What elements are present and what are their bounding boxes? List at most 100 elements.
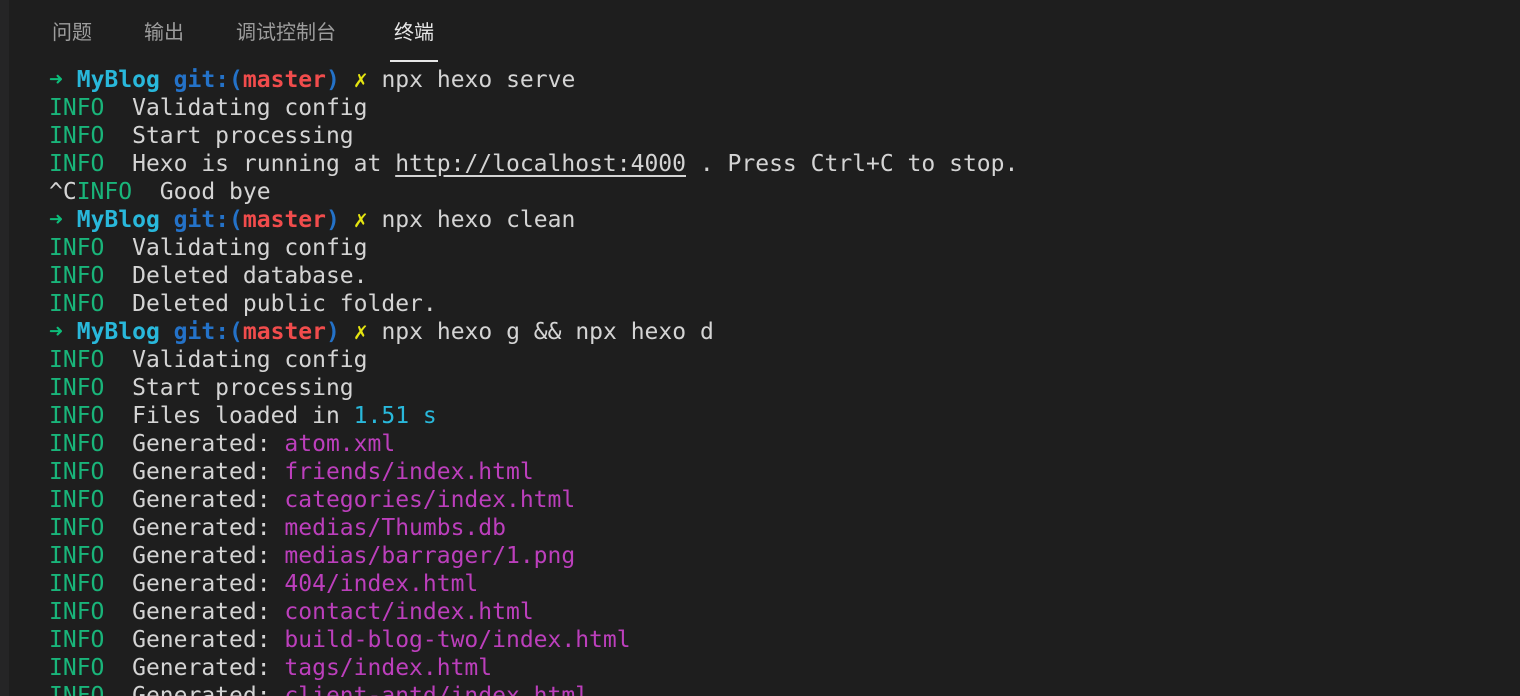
log-message: Start processing [132,123,354,149]
log-line: INFO Hexo is running at http://localhost… [49,150,1509,178]
log-level: INFO [49,683,105,696]
log-line: INFO Generated: friends/index.html [49,458,1509,486]
tab-problems-label: 问题 [52,20,92,44]
log-message: Generated: [132,515,285,541]
prompt-dirty-icon: ✗ [353,207,368,233]
log-level: INFO [49,123,105,149]
log-path: tags/index.html [284,655,493,681]
log-message-after: . Press Ctrl+C to stop. [686,151,1019,177]
prompt-git-suffix: ) [326,207,340,233]
prompt-directory: MyBlog [76,67,160,93]
log-line: INFO Validating config [49,346,1509,374]
log-level: INFO [49,291,105,317]
log-message: Files loaded in [132,403,354,429]
log-line: ^CINFO Good bye [49,178,1509,206]
log-line: INFO Validating config [49,94,1509,122]
panel-tab-bar: 问题 输出 调试控制台 终端 [9,0,1520,64]
prompt-branch: master [242,67,327,93]
log-level: INFO [76,179,133,205]
prompt-command: npx hexo serve [381,67,576,93]
log-message: Validating config [132,95,368,121]
prompt-arrow-icon: ➜ [49,207,63,233]
log-line: INFO Start processing [49,122,1509,150]
log-message: Generated: [132,571,285,597]
prompt-dirty-icon: ✗ [353,319,368,345]
log-level: INFO [49,571,105,597]
log-line: INFO Deleted public folder. [49,290,1509,318]
panel-left-edge [0,0,9,696]
log-level: INFO [49,375,105,401]
prompt-line: ➜ MyBlog git:(master) ✗ npx hexo g && np… [49,318,1509,346]
log-level: INFO [49,235,105,261]
log-path: 404/index.html [284,571,479,597]
log-level: INFO [49,263,105,289]
prompt-branch: master [242,207,327,233]
log-path: atom.xml [284,431,396,457]
log-message: Generated: [132,487,285,513]
log-path: friends/index.html [284,459,534,485]
tab-output[interactable]: 输出 [144,0,184,64]
log-message: Generated: [132,459,285,485]
log-level: INFO [49,655,105,681]
log-message: Hexo is running at [132,151,396,177]
tab-problems[interactable]: 问题 [52,0,92,64]
prompt-git-prefix: git:( [173,207,243,233]
log-message: Good bye [159,179,271,205]
log-link[interactable]: http://localhost:4000 [395,151,686,177]
log-level: INFO [49,515,105,541]
prompt-arrow-icon: ➜ [49,67,63,93]
log-line: INFO Validating config [49,234,1509,262]
log-line: INFO Generated: build-blog-two/index.htm… [49,626,1509,654]
log-line: INFO Generated: categories/index.html [49,486,1509,514]
log-message: Deleted database. [132,263,368,289]
log-path: categories/index.html [284,487,576,513]
log-line: INFO Generated: tags/index.html [49,654,1509,682]
prompt-line: ➜ MyBlog git:(master) ✗ npx hexo clean [49,206,1509,234]
log-level: INFO [49,543,105,569]
tab-debug-console[interactable]: 调试控制台 [236,0,336,64]
tab-terminal[interactable]: 终端 [390,0,438,64]
prompt-git-suffix: ) [326,319,340,345]
prompt-directory: MyBlog [76,207,160,233]
log-line: INFO Generated: client-antd/index.html [49,682,1509,696]
log-line: INFO Generated: medias/Thumbs.db [49,514,1509,542]
prompt-git-prefix: git:( [173,67,243,93]
terminal-panel: 问题 输出 调试控制台 终端 ➜ MyBlog git:(master) ✗ n… [0,0,1520,696]
prompt-git-prefix: git:( [173,319,243,345]
log-path: contact/index.html [284,599,534,625]
log-path: build-blog-two/index.html [284,627,631,653]
log-message: Generated: [132,599,285,625]
log-level: INFO [49,151,105,177]
prompt-branch: master [242,319,327,345]
log-path: medias/Thumbs.db [284,515,506,541]
log-level: INFO [49,487,105,513]
log-message: Generated: [132,543,285,569]
prompt-directory: MyBlog [76,319,160,345]
log-line: INFO Generated: contact/index.html [49,598,1509,626]
log-line: INFO Files loaded in 1.51 s [49,402,1509,430]
log-level: INFO [49,95,105,121]
terminal-output[interactable]: ➜ MyBlog git:(master) ✗ npx hexo serve IN… [49,66,1509,696]
log-message: Generated: [132,683,285,696]
log-path: medias/barrager/1.png [284,543,576,569]
prompt-git-suffix: ) [326,67,340,93]
log-level: INFO [49,431,105,457]
prompt-command: npx hexo clean [381,207,576,233]
log-line: INFO Start processing [49,374,1509,402]
log-line: INFO Generated: medias/barrager/1.png [49,542,1509,570]
log-prefix: ^C [49,179,77,205]
log-level: INFO [49,599,105,625]
log-level: INFO [49,403,105,429]
log-path: client-antd/index.html [284,683,590,696]
tab-debug-console-label: 调试控制台 [236,20,336,44]
prompt-dirty-icon: ✗ [353,67,368,93]
log-line: INFO Generated: atom.xml [49,430,1509,458]
prompt-command: npx hexo g && npx hexo d [381,319,714,345]
log-line: INFO Generated: 404/index.html [49,570,1509,598]
log-level: INFO [49,347,105,373]
active-tab-indicator [390,60,438,62]
log-line: INFO Deleted database. [49,262,1509,290]
prompt-arrow-icon: ➜ [49,319,63,345]
tab-output-label: 输出 [144,20,184,44]
tab-terminal-label: 终端 [394,20,434,44]
